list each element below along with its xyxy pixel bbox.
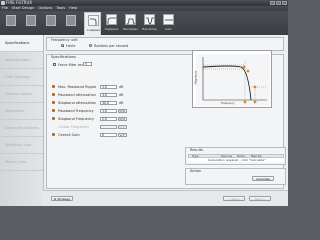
sidebar-item-monte-carlo[interactable]: Monte Carlo [0, 154, 43, 171]
force-order-checkbox[interactable] [53, 63, 56, 66]
center-frequency-unit-select[interactable]: kHz [118, 124, 127, 129]
graph-x-axis-label: Frequency [221, 102, 235, 105]
results-message: Calculation required - click "Calculate" [208, 158, 266, 162]
stopband-attenuation-label: Stopband attenuation [58, 100, 97, 105]
action-panel: Action Calculate [185, 168, 286, 185]
sidebar-item-element-values[interactable]: Element Values [0, 86, 43, 103]
highpass-curve-icon [106, 14, 117, 25]
frequency-unit-title: Frequency unit [51, 38, 78, 42]
footer-bar: Strategy < Back Next > [43, 190, 288, 206]
minimize-button[interactable] [270, 1, 275, 5]
calculate-button[interactable]: Calculate [252, 176, 274, 181]
passband-frequency-input[interactable]: 1.0 [100, 108, 117, 113]
passband-frequency-unit-select[interactable]: kHz [118, 108, 127, 113]
max-passband-ripple-label: Max. Passband Ripple [58, 84, 97, 89]
hertz-label: Hertz [66, 43, 76, 48]
window-controls [270, 1, 287, 5]
center-frequency-label: Center Frequency [58, 124, 89, 129]
sidebar-item-responses[interactable]: Responses [0, 103, 43, 120]
row-status-icon [52, 85, 55, 88]
sidebar-item-approximation[interactable]: Approximation [0, 52, 43, 69]
max-passband-ripple-input[interactable]: 1.0 [100, 84, 117, 89]
graph-y-axis-label: Magnitude [194, 70, 198, 85]
strategy-icon [53, 197, 57, 201]
lowpass-curve-icon [88, 15, 99, 26]
tab-lowpass[interactable]: Lowpass [84, 12, 101, 35]
row-status-icon [52, 93, 55, 96]
results-message-row: Calculation required - click "Calculate" [188, 158, 284, 162]
close-button[interactable] [282, 1, 287, 5]
bandstop-curve-icon [144, 14, 155, 25]
tab-gain[interactable]: Gain [160, 12, 177, 35]
save-icon [46, 15, 56, 26]
bandpass-curve-icon [125, 14, 136, 25]
new-file-icon [6, 15, 16, 26]
sidebar: Specifications Approximation Filter Topo… [0, 35, 44, 206]
back-button[interactable]: < Back [223, 196, 245, 201]
sidebar-item-filter-topology[interactable]: Filter Topology [0, 69, 43, 86]
toolbar-open-button[interactable] [22, 13, 40, 33]
toolbar-save-button[interactable] [42, 13, 60, 33]
frequency-unit-panel: Frequency unit Hertz Radians per second [46, 37, 284, 51]
center-frequency-input[interactable] [100, 124, 117, 129]
stopband-frequency-label: Stopband Frequency [58, 116, 94, 121]
filter-order-spinner[interactable]: 3 [83, 62, 92, 66]
open-folder-icon [26, 15, 36, 26]
next-button[interactable]: Next > [249, 196, 271, 201]
tab-bandstop[interactable]: Bandstop [141, 12, 158, 35]
row-status-icon [52, 101, 55, 104]
strategy-button[interactable]: Strategy [51, 196, 73, 201]
tab-highpass[interactable]: Highpass [103, 12, 120, 35]
overall-gain-label: Overall Gain [58, 132, 80, 137]
strategy-label: Strategy [57, 197, 71, 201]
stopband-attenuation-unit: dB [119, 101, 124, 105]
gain-curve-icon [163, 14, 174, 25]
overall-gain-unit-select[interactable]: V/V [118, 132, 127, 137]
app-window: FIRE FILTRUX File Start Design Options T… [0, 0, 288, 206]
toolbar-new-button[interactable] [2, 13, 20, 33]
specifications-title: Specifications [51, 55, 76, 59]
row-status-icon [52, 109, 55, 112]
stopband-attenuation-input[interactable]: 30.0 [100, 100, 117, 105]
radians-radio[interactable] [89, 44, 92, 47]
radians-label: Radians per second [94, 43, 129, 48]
print-icon [66, 15, 76, 26]
overall-gain-input[interactable]: 0 [100, 132, 117, 137]
max-passband-ripple-unit: dB [119, 85, 124, 89]
sidebar-item-statistical[interactable]: Statistical Anal. [0, 137, 43, 154]
stopband-frequency-unit-select[interactable]: kHz [118, 116, 127, 121]
maximize-button[interactable] [276, 1, 281, 5]
sidebar-item-specifications[interactable]: Specifications [0, 35, 43, 52]
toolbar-print-button[interactable] [62, 13, 80, 33]
passband-attenuation-unit: dB [119, 93, 124, 97]
results-panel: Results Type Sources Order Max Dp Calcul… [185, 147, 286, 165]
action-title: Action [190, 169, 202, 173]
passband-frequency-label: Passband Frequency [58, 108, 94, 113]
sidebar-item-sensitivity[interactable]: Sensitivity Analysis [0, 120, 43, 137]
passband-attenuation-input[interactable]: 3.0 [100, 92, 117, 97]
row-status-icon [52, 117, 55, 120]
toolbar: Lowpass Highpass Bandpass Bandstop Gain [0, 11, 288, 35]
row-status-icon [52, 133, 55, 136]
tab-bandpass[interactable]: Bandpass [122, 12, 139, 35]
filter-response-graph: Magnitude Frequency [192, 50, 272, 108]
app-icon [1, 1, 5, 5]
results-title: Results [190, 148, 203, 152]
hertz-radio[interactable] [61, 44, 64, 47]
passband-attenuation-label: Passband attenuation [58, 92, 96, 97]
stopband-frequency-input[interactable]: 2.0 [100, 116, 117, 121]
